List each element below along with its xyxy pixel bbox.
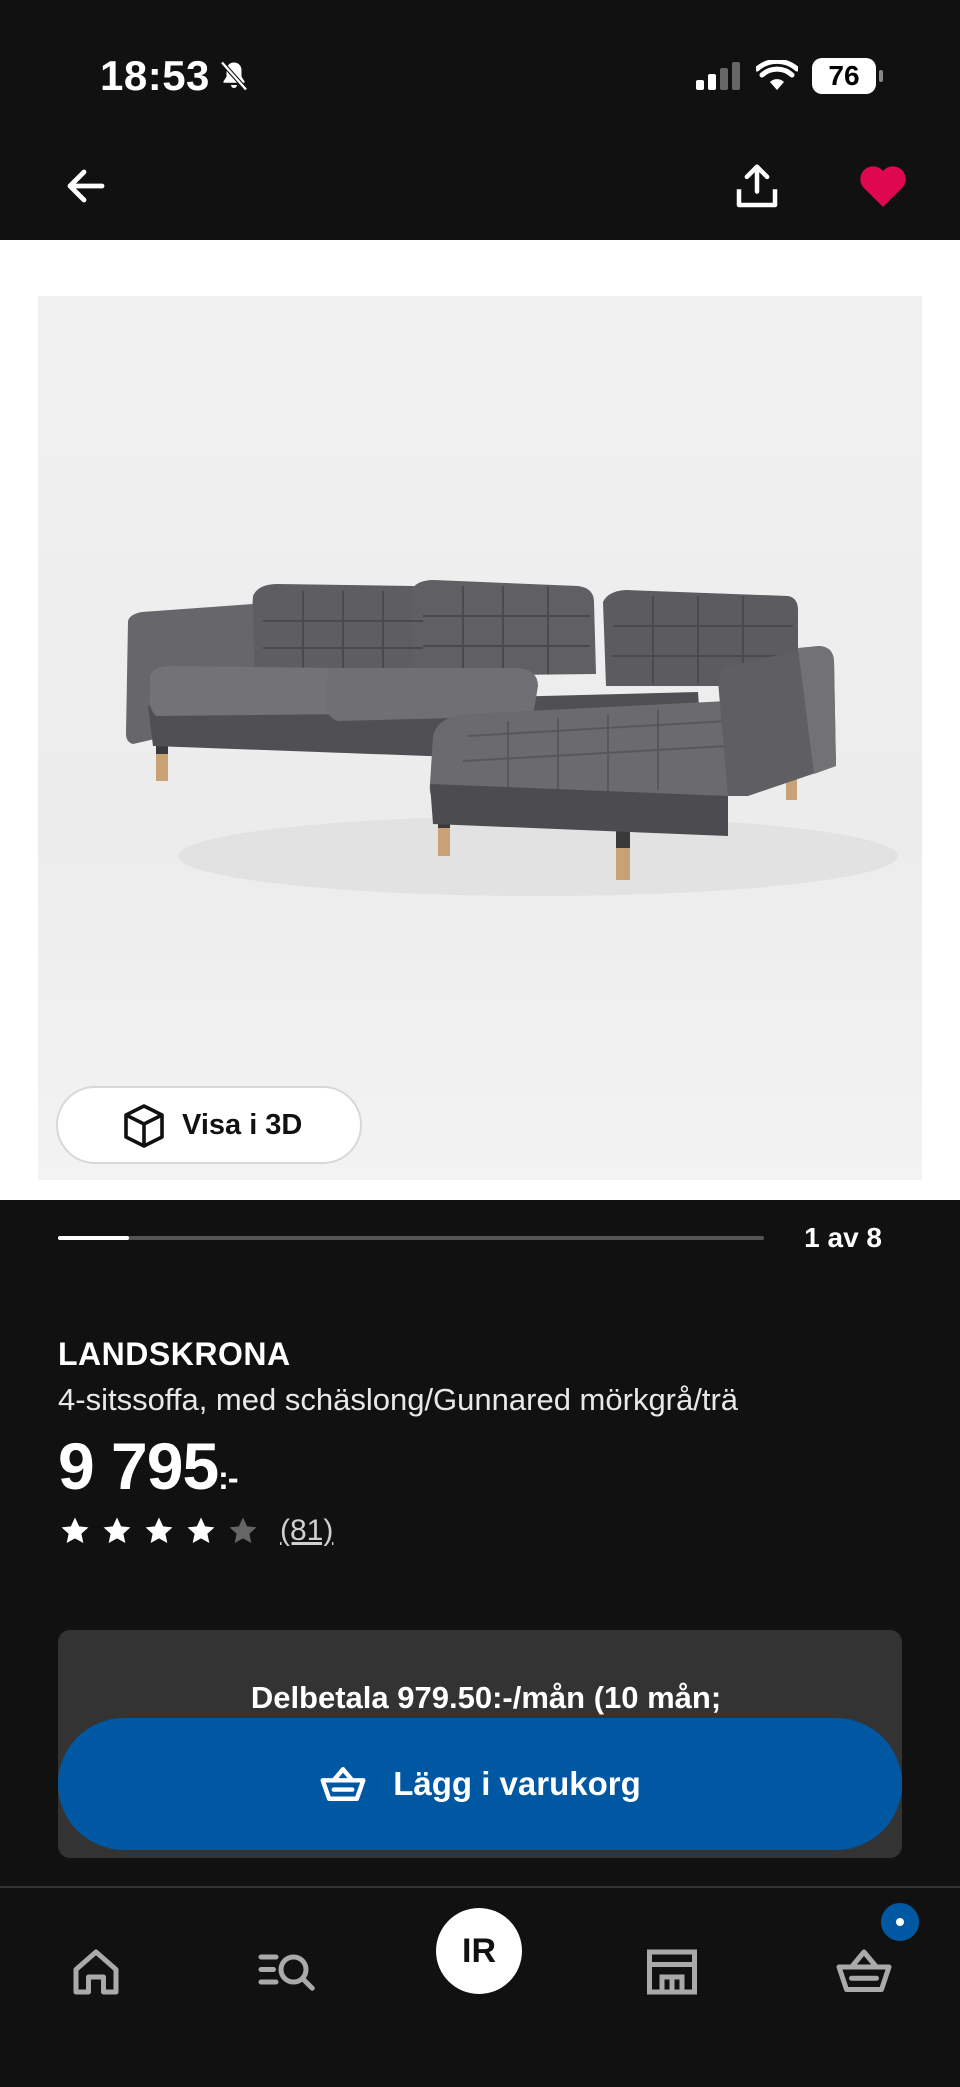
status-time: 18:53	[100, 52, 210, 99]
add-to-cart-button[interactable]: Lägg i varukorg	[58, 1718, 902, 1850]
cellular-signal-icon	[696, 62, 740, 90]
app-header	[0, 150, 960, 240]
star-empty-icon	[229, 1517, 257, 1544]
store-icon[interactable]	[642, 1942, 702, 2002]
star-filled-icon	[187, 1517, 215, 1544]
view-in-3d-button[interactable]: Visa i 3D	[56, 1086, 362, 1164]
share-icon[interactable]	[730, 160, 784, 214]
wifi-icon	[756, 60, 798, 90]
price-amount: 9 795	[58, 1429, 219, 1503]
gallery-progress-fill	[58, 1236, 129, 1240]
gallery-counter: 1 av 8	[804, 1222, 882, 1253]
star-filled-icon	[103, 1517, 131, 1544]
installment-text: Delbetala 979.50:-/mån (10 mån;	[250, 1680, 722, 1715]
purchase-card: Delbetala 979.50:-/mån (10 mån; Lägg i v…	[58, 1630, 902, 1858]
gallery-progress-bar	[58, 1236, 764, 1240]
search-list-icon[interactable]	[256, 1942, 316, 2002]
status-bar: 18:53 76	[0, 0, 960, 150]
star-filled-icon	[61, 1517, 89, 1544]
status-indicators: 76	[696, 58, 883, 94]
product-name: LANDSKRONA	[58, 1336, 291, 1372]
cart-badge-dot	[896, 1918, 904, 1926]
home-icon[interactable]	[66, 1942, 126, 2002]
product-description: 4-sitssoffa, med schäslong/Gunnared mörk…	[58, 1382, 739, 1417]
add-to-cart-label: Lägg i varukorg	[393, 1765, 641, 1802]
product-image[interactable]	[38, 296, 922, 1180]
sofa-illustration	[126, 580, 898, 896]
rating[interactable]: (81)	[58, 1514, 333, 1548]
product-price: 9 795:-	[58, 1428, 239, 1504]
review-count-link[interactable]: (81)	[280, 1514, 333, 1548]
avatar[interactable]: IR	[436, 1908, 522, 1994]
bell-muted-icon	[220, 61, 248, 91]
basket-icon	[320, 1767, 366, 1801]
heart-icon[interactable]	[858, 162, 908, 210]
battery-indicator: 76	[812, 58, 883, 94]
bottom-navigation: IR	[0, 1886, 960, 2087]
price-suffix: :-	[218, 1460, 238, 1496]
product-gallery[interactable]: Visa i 3D	[0, 240, 960, 1200]
cart-badge	[878, 1900, 922, 1944]
arrow-left-icon[interactable]	[62, 162, 110, 210]
cube-3d-icon	[124, 1104, 164, 1148]
view-in-3d-label: Visa i 3D	[182, 1108, 303, 1141]
star-filled-icon	[145, 1517, 173, 1544]
cart-icon[interactable]	[834, 1942, 894, 2002]
